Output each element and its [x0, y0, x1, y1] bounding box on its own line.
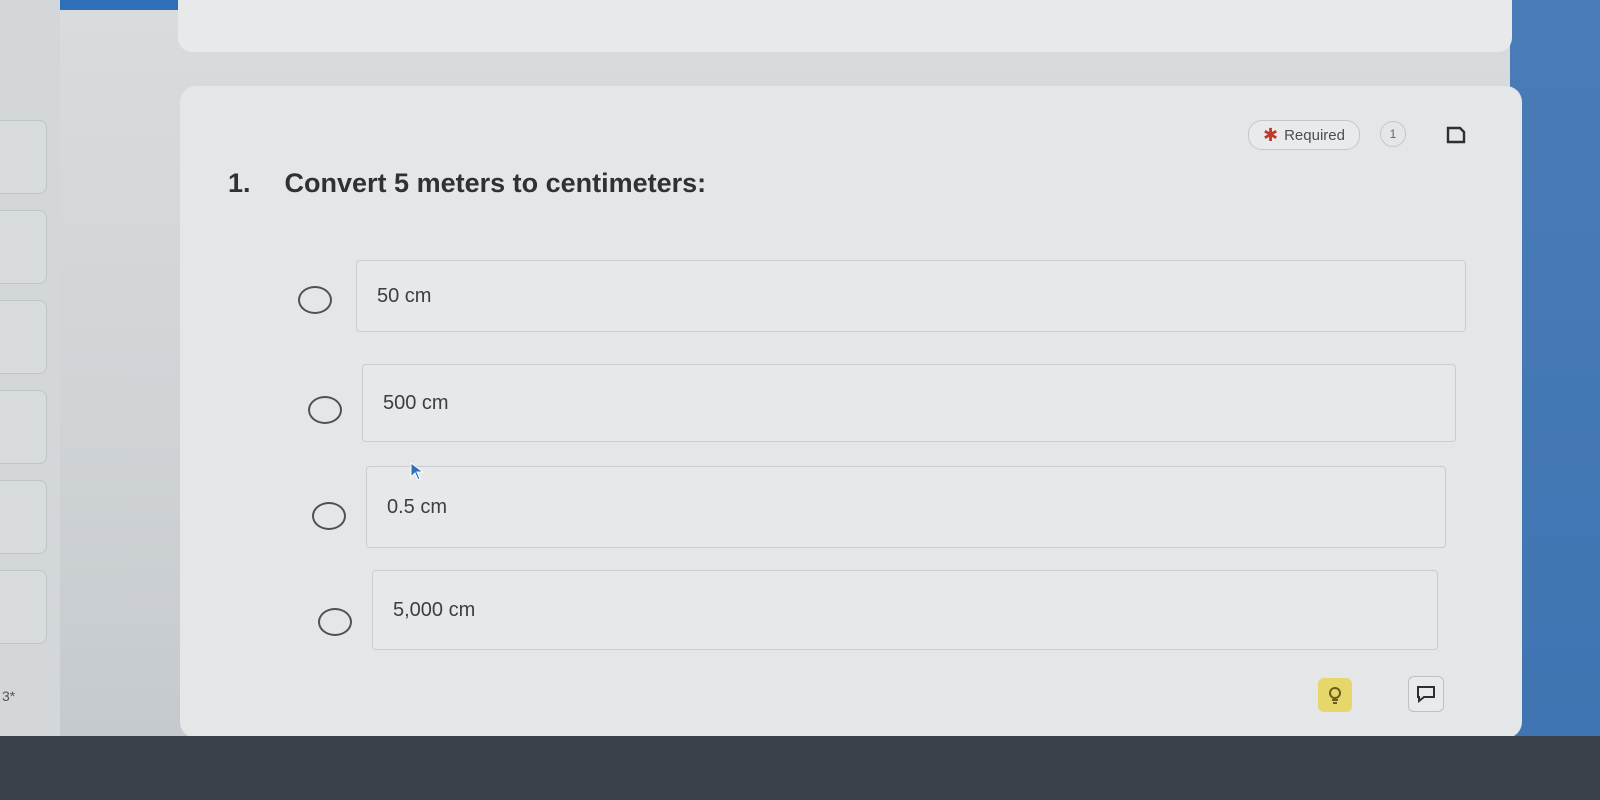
- rail-tab[interactable]: [0, 480, 47, 554]
- question-number: 1.: [228, 168, 251, 198]
- left-question-rail: 3*: [0, 0, 60, 800]
- question-title: 1. Convert 5 meters to centimeters:: [228, 168, 706, 199]
- option-choice-1[interactable]: 50 cm: [356, 260, 1466, 332]
- required-star-icon: ✱: [1263, 125, 1279, 145]
- bookmark-icon[interactable]: [1446, 126, 1466, 144]
- option-choice-2[interactable]: 500 cm: [362, 364, 1456, 442]
- comment-icon: [1417, 686, 1435, 703]
- bottom-bar: [0, 736, 1600, 800]
- next-question-marker: 3*: [2, 688, 16, 704]
- radio-button[interactable]: [308, 396, 342, 424]
- radio-button[interactable]: [318, 608, 352, 636]
- rail-tab[interactable]: [0, 300, 47, 374]
- right-edge-panel: [1510, 0, 1600, 760]
- rail-tab[interactable]: [0, 390, 47, 464]
- option-label: 50 cm: [377, 284, 432, 307]
- previous-question-card: [178, 0, 1512, 52]
- option-radio-1[interactable]: [298, 286, 332, 314]
- option-choice-3[interactable]: 0.5 cm: [366, 466, 1446, 548]
- lightbulb-icon: [1329, 687, 1341, 704]
- option-radio-2[interactable]: [308, 396, 342, 424]
- rail-tab[interactable]: [0, 570, 47, 644]
- option-label: 500 cm: [383, 391, 449, 414]
- required-label: Required: [1284, 126, 1345, 144]
- comment-button[interactable]: [1408, 676, 1444, 712]
- option-radio-4[interactable]: [318, 608, 352, 636]
- option-label: 5,000 cm: [393, 598, 476, 621]
- question-count-badge: 1: [1380, 121, 1406, 147]
- quiz-screen: 3* ✱ Required 1 1. Convert 5 meters to c…: [0, 0, 1600, 800]
- option-radio-3[interactable]: [312, 502, 346, 530]
- option-choice-4[interactable]: 5,000 cm: [372, 570, 1438, 650]
- question-text: Convert 5 meters to centimeters:: [284, 168, 707, 198]
- hint-button[interactable]: [1318, 678, 1352, 712]
- option-label: 0.5 cm: [387, 495, 448, 518]
- rail-tab[interactable]: [0, 120, 47, 194]
- rail-tab[interactable]: [0, 210, 47, 284]
- required-badge: ✱ Required: [1248, 120, 1360, 150]
- radio-button[interactable]: [298, 286, 332, 314]
- radio-button[interactable]: [312, 502, 346, 530]
- mouse-cursor-icon: [410, 462, 425, 481]
